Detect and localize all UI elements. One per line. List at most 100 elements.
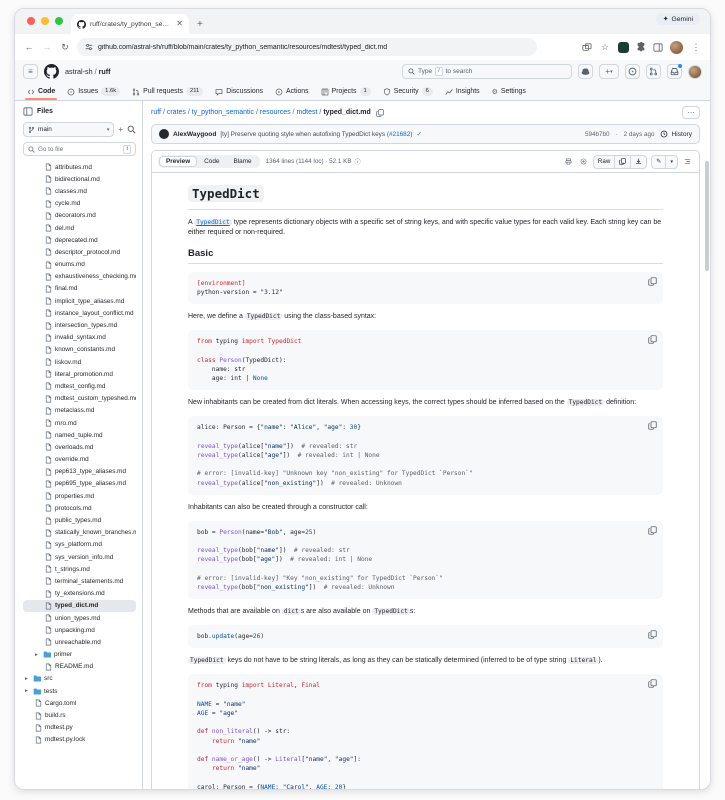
site-settings-icon[interactable] bbox=[85, 43, 93, 51]
tree-file-cycle.md[interactable]: cycle.md bbox=[23, 198, 136, 210]
tree-file-properties.md[interactable]: properties.md bbox=[23, 490, 136, 502]
tab-blame[interactable]: Blame bbox=[226, 156, 258, 167]
tree-folder-tests[interactable]: ▸tests bbox=[23, 685, 136, 697]
reload-button[interactable]: ↻ bbox=[59, 42, 71, 53]
breadcrumb-link-ruff[interactable]: ruff bbox=[151, 109, 161, 116]
tree-file-decorators.md[interactable]: decorators.md bbox=[23, 210, 136, 222]
search-files-button[interactable] bbox=[127, 125, 136, 134]
nav-tab-discussions[interactable]: Discussions bbox=[209, 83, 269, 100]
commit-author-avatar[interactable] bbox=[159, 129, 169, 139]
copy-code-button[interactable] bbox=[648, 630, 657, 639]
tree-file-protocols.md[interactable]: protocols.md bbox=[23, 502, 136, 514]
copy-code-button[interactable] bbox=[648, 421, 657, 430]
tree-file-known_constants.md[interactable]: known_constants.md bbox=[23, 344, 136, 356]
tree-file-named_tuple.md[interactable]: named_tuple.md bbox=[23, 429, 136, 441]
extension-icon[interactable] bbox=[618, 42, 629, 53]
commit-message[interactable]: [ty] Preserve quoting style when autofix… bbox=[220, 131, 412, 138]
copy-code-button[interactable] bbox=[648, 335, 657, 344]
tree-file-mdtest_config.md[interactable]: mdtest_config.md bbox=[23, 380, 136, 392]
tree-file-del.md[interactable]: del.md bbox=[23, 222, 136, 234]
hamburger-menu-button[interactable]: ≡ bbox=[23, 64, 38, 79]
org-link[interactable]: astral-sh bbox=[65, 67, 93, 76]
tree-file-invalid_syntax.md[interactable]: invalid_syntax.md bbox=[23, 332, 136, 344]
back-button[interactable]: ← bbox=[23, 42, 35, 52]
github-logo-icon[interactable] bbox=[44, 64, 59, 79]
copy-code-button[interactable] bbox=[648, 277, 657, 286]
address-bar[interactable]: github.com/astral-sh/ruff/blob/main/crat… bbox=[77, 38, 537, 56]
tree-file-attributes.md[interactable]: attributes.md bbox=[23, 161, 136, 173]
tree-file-sys_version_info.md[interactable]: sys_version_info.md bbox=[23, 551, 136, 563]
new-file-button[interactable]: + bbox=[118, 125, 123, 134]
side-panel-icon[interactable] bbox=[653, 43, 663, 52]
tree-file-mdtest_custom_typeshed.md[interactable]: mdtest_custom_typeshed.md bbox=[23, 393, 136, 405]
info-icon[interactable]: ⓘ bbox=[355, 157, 361, 166]
raw-button[interactable]: Raw bbox=[593, 155, 614, 169]
minimize-window-button[interactable] bbox=[41, 17, 49, 25]
tree-file-metaclass.md[interactable]: metaclass.md bbox=[23, 405, 136, 417]
tree-folder-src[interactable]: ▸src bbox=[23, 673, 136, 685]
browser-profile-avatar[interactable] bbox=[670, 41, 683, 54]
copilot-button[interactable] bbox=[578, 64, 593, 79]
print-icon[interactable] bbox=[563, 156, 574, 167]
more-options-button[interactable]: ⋯ bbox=[682, 106, 700, 119]
nav-tab-security[interactable]: Security6 bbox=[377, 83, 439, 100]
tree-file-liskov.md[interactable]: liskov.md bbox=[23, 356, 136, 368]
forward-button[interactable]: → bbox=[41, 42, 53, 52]
tab-code[interactable]: Code bbox=[197, 156, 226, 167]
copy-code-button[interactable] bbox=[648, 526, 657, 535]
github-profile-avatar[interactable] bbox=[688, 65, 702, 79]
go-to-file-input[interactable]: Go to file t bbox=[23, 142, 136, 156]
pull-requests-dashboard-button[interactable] bbox=[646, 64, 661, 79]
edit-dropdown-button[interactable]: ▾ bbox=[665, 155, 678, 169]
collapse-sidebar-icon[interactable] bbox=[23, 107, 33, 116]
page-scrollbar[interactable] bbox=[705, 161, 709, 271]
tree-file-bidirectional.md[interactable]: bidirectional.md bbox=[23, 173, 136, 185]
tree-file-mdtest.py.lock[interactable]: mdtest.py.lock bbox=[23, 734, 136, 746]
nav-tab-insights[interactable]: Insights bbox=[439, 83, 486, 100]
tree-file-descriptor_protocol.md[interactable]: descriptor_protocol.md bbox=[23, 246, 136, 258]
tree-file-override.md[interactable]: override.md bbox=[23, 454, 136, 466]
commit-status-check-icon[interactable]: ✓ bbox=[416, 130, 421, 138]
inbox-button[interactable] bbox=[667, 64, 682, 79]
history-button[interactable]: History bbox=[660, 130, 692, 138]
copy-code-button[interactable] bbox=[648, 679, 657, 688]
commit-hash[interactable]: 594b7b0 bbox=[585, 131, 610, 138]
edit-file-button[interactable]: ✎ bbox=[651, 155, 665, 169]
tab-preview[interactable]: Preview bbox=[159, 156, 197, 167]
close-window-button[interactable] bbox=[27, 17, 35, 25]
tree-file-literal_promotion.md[interactable]: literal_promotion.md bbox=[23, 368, 136, 380]
tree-file-typed_dict.md[interactable]: typed_dict.md bbox=[23, 600, 136, 612]
tree-file-instance_layout_conflict.md[interactable]: instance_layout_conflict.md bbox=[23, 307, 136, 319]
tree-file-build.rs[interactable]: build.rs bbox=[23, 709, 136, 721]
tree-file-Cargo.toml[interactable]: Cargo.toml bbox=[23, 697, 136, 709]
tree-file-public_types.md[interactable]: public_types.md bbox=[23, 514, 136, 526]
tree-file-classes.md[interactable]: classes.md bbox=[23, 185, 136, 197]
inline-code-link[interactable]: TypedDict bbox=[194, 219, 232, 226]
tree-file-exhaustiveness_checking.md[interactable]: exhaustiveness_checking.md bbox=[23, 271, 136, 283]
tree-file-implicit_type_aliases.md[interactable]: implicit_type_aliases.md bbox=[23, 295, 136, 307]
bookmark-star-icon[interactable]: ☆ bbox=[599, 42, 611, 53]
tree-file-pep695_type_aliases.md[interactable]: pep695_type_aliases.md bbox=[23, 478, 136, 490]
repo-link[interactable]: ruff bbox=[99, 67, 111, 76]
share-icon[interactable] bbox=[582, 43, 592, 52]
nav-tab-settings[interactable]: ⚙Settings bbox=[486, 83, 532, 100]
tree-file-terminal_statements.md[interactable]: terminal_statements.md bbox=[23, 575, 136, 587]
tree-file-union_types.md[interactable]: union_types.md bbox=[23, 612, 136, 624]
copy-raw-button[interactable] bbox=[614, 155, 630, 169]
nav-tab-issues[interactable]: Issues1.6k bbox=[61, 83, 126, 100]
tree-file-sys_platform.md[interactable]: sys_platform.md bbox=[23, 539, 136, 551]
tree-file-unreachable.md[interactable]: unreachable.md bbox=[23, 636, 136, 648]
new-tab-button[interactable]: + bbox=[197, 19, 203, 30]
tab-close-icon[interactable]: ✕ bbox=[176, 20, 183, 28]
nav-tab-actions[interactable]: Actions bbox=[269, 83, 315, 100]
breadcrumb-link-resources[interactable]: resources bbox=[260, 109, 291, 116]
tree-file-statically_known_branches.md[interactable]: statically_known_branches.md bbox=[23, 527, 136, 539]
create-new-button[interactable]: +▾ bbox=[599, 64, 619, 79]
branch-selector[interactable]: main ▾ bbox=[23, 122, 114, 137]
issues-dashboard-button[interactable] bbox=[625, 64, 640, 79]
open-symbols-icon[interactable] bbox=[578, 156, 589, 167]
tree-file-deprecated.md[interactable]: deprecated.md bbox=[23, 234, 136, 246]
pr-link[interactable]: #21682 bbox=[389, 131, 410, 138]
tree-file-intersection_types.md[interactable]: intersection_types.md bbox=[23, 319, 136, 331]
gemini-button[interactable]: ✦ Gemini bbox=[656, 13, 700, 25]
